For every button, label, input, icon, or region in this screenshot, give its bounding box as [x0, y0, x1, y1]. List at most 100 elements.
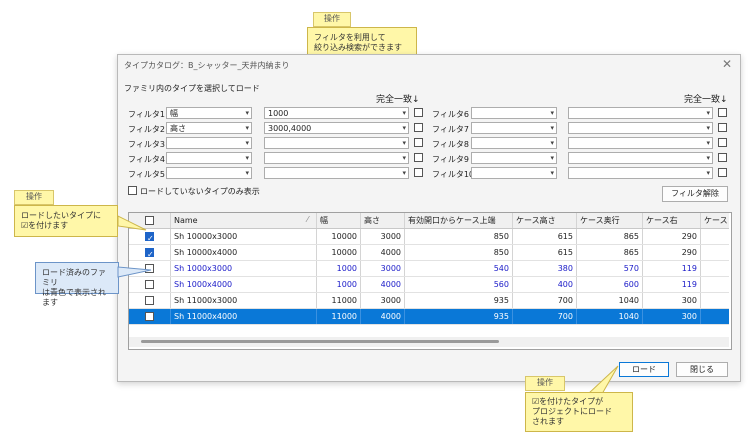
exact-match-checkbox[interactable]	[414, 123, 423, 132]
cell-case-height: 615	[513, 229, 577, 244]
cell-height: 3000	[361, 293, 405, 308]
chevron-down-icon: ▾	[706, 124, 710, 132]
type-catalog-dialog: タイプカタログ：B_シャッター_天井内納まり ✕ ファミリ内のタイプを選択してロ…	[117, 54, 741, 382]
cell-width: 11000	[317, 309, 361, 324]
cell-name: Sh 11000x3000	[171, 293, 317, 308]
chevron-down-icon: ▾	[550, 154, 554, 162]
chevron-down-icon: ▾	[402, 154, 406, 162]
row-checkbox[interactable]	[145, 296, 154, 305]
cell-case-top: 935	[405, 309, 513, 324]
column-header-case-more[interactable]: ケース	[701, 213, 731, 228]
cell-case-depth: 865	[577, 229, 643, 244]
column-header-case-top[interactable]: 有効開口からケース上端	[405, 213, 513, 228]
cell-name: Sh 1000x4000	[171, 277, 317, 292]
filter-field-select[interactable]: 幅 ▾	[166, 107, 252, 119]
filter-field-select[interactable]: 高さ ▾	[166, 122, 252, 134]
chevron-down-icon: ▾	[706, 169, 710, 177]
exact-match-checkbox[interactable]	[718, 123, 727, 132]
exact-match-checkbox[interactable]	[718, 138, 727, 147]
close-button[interactable]: 閉じる	[676, 362, 728, 377]
table-row[interactable]: Sh 11000x4000 11000 4000 935 700 1040 300	[129, 309, 729, 325]
cell-width: 1000	[317, 261, 361, 276]
filter-value-combo[interactable]: ▾	[568, 107, 713, 119]
exact-match-checkbox[interactable]	[414, 153, 423, 162]
table-row[interactable]: Sh 1000x4000 1000 4000 560 400 600 119	[129, 277, 729, 293]
load-button[interactable]: ロード	[619, 362, 669, 377]
exact-match-checkbox[interactable]	[718, 153, 727, 162]
cell-name: Sh 1000x3000	[171, 261, 317, 276]
column-header-width[interactable]: 幅	[317, 213, 361, 228]
exact-match-checkbox[interactable]	[414, 168, 423, 177]
cell-case-top: 540	[405, 261, 513, 276]
cell-name: Sh 11000x4000	[171, 309, 317, 324]
filter-field-select[interactable]: ▾	[471, 137, 557, 149]
filter-label: フィルタ1	[128, 110, 165, 119]
cell-case-top: 850	[405, 229, 513, 244]
load-tip-line2: プロジェクトにロード	[532, 407, 612, 416]
column-header-case-right[interactable]: ケース右	[643, 213, 701, 228]
filter-label: フィルタ9	[432, 155, 469, 164]
filter-field-select[interactable]: ▾	[166, 137, 252, 149]
filter-tip-line1: フィルタを利用して	[314, 33, 386, 42]
table-row[interactable]: Sh 10000x4000100004000850615865290	[129, 245, 729, 261]
load-tip-callout: ☑を付けたタイプが プロジェクトにロード されます	[525, 392, 633, 432]
filter-field-select[interactable]: ▾	[166, 167, 252, 179]
filter-value-combo[interactable]: ▾	[568, 167, 713, 179]
exact-match-label-right: 完全一致↓	[684, 95, 728, 105]
column-header-name[interactable]: Name	[171, 213, 317, 228]
filter-value-combo[interactable]: ▾	[568, 152, 713, 164]
filter-value-combo[interactable]: ▾	[264, 167, 409, 179]
filter-label: フィルタ10	[432, 170, 475, 179]
cell-case-top: 850	[405, 245, 513, 260]
row-checkbox-cell	[129, 309, 171, 324]
chevron-down-icon: ▾	[550, 169, 554, 177]
filter-field-select[interactable]: ▾	[471, 152, 557, 164]
cell-case-right: 300	[643, 293, 701, 308]
filter-label: フィルタ3	[128, 140, 165, 149]
cell-width: 10000	[317, 245, 361, 260]
close-icon[interactable]: ✕	[722, 57, 732, 71]
row-checkbox-cell	[129, 245, 171, 260]
scrollbar-thumb[interactable]	[141, 340, 499, 343]
check-tip-line1: ロードしたいタイプに	[21, 211, 101, 220]
filter-value-combo[interactable]: ▾	[568, 137, 713, 149]
exact-match-checkbox[interactable]	[414, 138, 423, 147]
column-header-case-height[interactable]: ケース高さ	[513, 213, 577, 228]
chevron-down-icon: ▾	[402, 109, 406, 117]
filter-value-combo[interactable]: ▾	[264, 152, 409, 164]
cell-case-right: 300	[643, 309, 701, 324]
exact-match-checkbox[interactable]	[718, 168, 727, 177]
sort-icon: ⁄	[307, 215, 309, 224]
filter-field-select[interactable]: ▾	[471, 122, 557, 134]
filter-field-select[interactable]: ▾	[471, 167, 557, 179]
table-row[interactable]: Sh 11000x3000 11000 3000 935 700 1040 300	[129, 293, 729, 309]
filter-value-combo[interactable]: ▾	[264, 137, 409, 149]
cell-case-right: 290	[643, 245, 701, 260]
filter-value-combo[interactable]: 1000 ▾	[264, 107, 409, 119]
filter-value-combo[interactable]: ▾	[568, 122, 713, 134]
chevron-down-icon: ▾	[245, 154, 249, 162]
cell-case-right: 119	[643, 261, 701, 276]
filter-field-select[interactable]: ▾	[166, 152, 252, 164]
filter-value-text: 1000	[268, 109, 289, 118]
exact-match-checkbox[interactable]	[718, 108, 727, 117]
cell-case-height: 400	[513, 277, 577, 292]
only-unloaded-checkbox[interactable]	[128, 186, 137, 195]
table-row[interactable]: Sh 1000x3000 1000 3000 540 380 570 119	[129, 261, 729, 277]
filter-field-select[interactable]: ▾	[471, 107, 557, 119]
exact-match-checkbox[interactable]	[414, 108, 423, 117]
filter-value-combo[interactable]: 3000,4000 ▾	[264, 122, 409, 134]
loaded-tip-callout: ロード済みのファミリ は青色で表示されます	[35, 262, 119, 307]
filter-label: フィルタ8	[432, 140, 469, 149]
cell-case-top: 935	[405, 293, 513, 308]
filter-label: フィルタ7	[432, 125, 469, 134]
horizontal-scrollbar[interactable]	[129, 337, 729, 347]
load-tip-line3: されます	[532, 417, 564, 426]
row-checkbox[interactable]	[145, 247, 154, 260]
column-header-case-depth[interactable]: ケース奥行	[577, 213, 643, 228]
row-checkbox[interactable]	[145, 312, 154, 321]
loaded-tip-line2: は青色で表示されます	[42, 288, 106, 307]
clear-filter-button[interactable]: フィルタ解除	[662, 186, 728, 202]
table-row[interactable]: Sh 10000x3000100003000850615865290	[129, 229, 729, 245]
column-header-height[interactable]: 高さ	[361, 213, 405, 228]
